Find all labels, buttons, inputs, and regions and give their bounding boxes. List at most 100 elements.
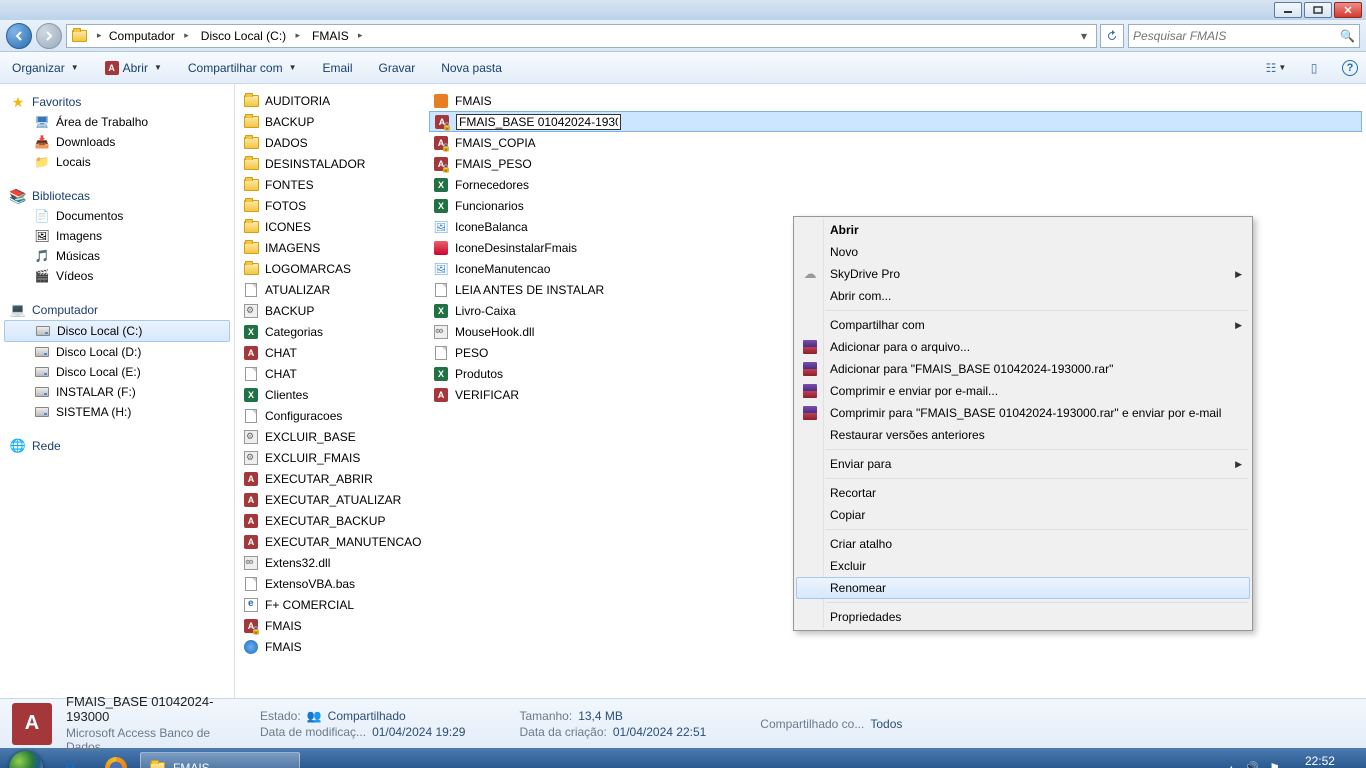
tray-chevron-icon[interactable]: ▴: [1228, 761, 1234, 768]
nav-drive-d[interactable]: Disco Local (D:): [0, 342, 234, 362]
ctx-delete[interactable]: Excluir: [796, 555, 1250, 577]
view-options-button[interactable]: ☷▼: [1266, 58, 1286, 78]
organize-menu[interactable]: Organizar▼: [8, 59, 83, 77]
nav-pictures[interactable]: 🖼Imagens: [0, 226, 234, 246]
file-item[interactable]: F+ COMERCIAL: [239, 594, 421, 615]
tray-clock[interactable]: 22:5201/04/2024: [1290, 754, 1350, 768]
breadcrumb-drive[interactable]: Disco Local (C:) ▸: [197, 29, 304, 43]
file-item[interactable]: LOGOMARCAS: [239, 258, 421, 279]
file-item[interactable]: EXECUTAR_ATUALIZAR: [239, 489, 421, 510]
rename-input[interactable]: [456, 114, 621, 130]
libraries-header[interactable]: 📚Bibliotecas: [0, 186, 234, 206]
help-button[interactable]: ?: [1342, 60, 1358, 76]
ctx-cut[interactable]: Recortar: [796, 482, 1250, 504]
ctx-restore[interactable]: Restaurar versões anteriores: [796, 424, 1250, 446]
file-item[interactable]: FMAIS: [239, 636, 421, 657]
burn-button[interactable]: Gravar: [375, 59, 420, 77]
new-folder-button[interactable]: Nova pasta: [437, 59, 506, 77]
nav-back-button[interactable]: [6, 23, 32, 49]
ctx-rename[interactable]: Renomear: [796, 577, 1250, 599]
search-input[interactable]: [1133, 29, 1340, 43]
nav-forward-button[interactable]: [36, 23, 62, 49]
file-item[interactable]: IMAGENS: [239, 237, 421, 258]
share-menu[interactable]: Compartilhar com▼: [184, 59, 301, 77]
file-item[interactable]: DADOS: [239, 132, 421, 153]
file-item[interactable]: AUDITORIA: [239, 90, 421, 111]
address-dropdown[interactable]: ▾: [1076, 29, 1092, 43]
nav-videos[interactable]: 🎬Vídeos: [0, 266, 234, 286]
nav-downloads[interactable]: 📥Downloads: [0, 132, 234, 152]
file-item[interactable]: Funcionarios: [429, 195, 1362, 216]
file-item[interactable]: DESINSTALADOR: [239, 153, 421, 174]
nav-documents[interactable]: 📄Documentos: [0, 206, 234, 226]
ctx-new[interactable]: Novo: [796, 241, 1250, 263]
file-item[interactable]: EXECUTAR_ABRIR: [239, 468, 421, 489]
nav-desktop[interactable]: 🖥Área de Trabalho: [0, 112, 234, 132]
file-item[interactable]: EXCLUIR_BASE: [239, 426, 421, 447]
search-box[interactable]: 🔍: [1128, 24, 1360, 48]
taskbar-explorer-active[interactable]: FMAIS: [140, 752, 300, 768]
file-item[interactable]: Extens32.dll: [239, 552, 421, 573]
nav-drive-e[interactable]: Disco Local (E:): [0, 362, 234, 382]
minimize-button[interactable]: [1274, 2, 1302, 18]
ctx-copy[interactable]: Copiar: [796, 504, 1250, 526]
tray-flag-icon[interactable]: ⚑: [1269, 761, 1280, 768]
refresh-button[interactable]: [1100, 24, 1124, 48]
file-item[interactable]: FMAIS: [239, 615, 421, 636]
file-item[interactable]: FONTES: [239, 174, 421, 195]
system-tray[interactable]: ▴ 🔊 ⚑ 22:5201/04/2024: [1228, 754, 1360, 768]
ctx-compressemail[interactable]: Comprimir e enviar por e-mail...: [796, 380, 1250, 402]
file-item[interactable]: BACKUP: [239, 111, 421, 132]
file-item[interactable]: Configuracoes: [239, 405, 421, 426]
open-menu[interactable]: Abrir▼: [101, 59, 166, 77]
file-item[interactable]: Clientes: [239, 384, 421, 405]
breadcrumb-computer[interactable]: ▸ Computador ▸: [91, 29, 193, 43]
ctx-sharewith[interactable]: Compartilhar com▶: [796, 314, 1250, 336]
file-item[interactable]: FMAIS_PESO: [429, 153, 1362, 174]
file-item[interactable]: ICONES: [239, 216, 421, 237]
file-item[interactable]: BACKUP: [239, 300, 421, 321]
file-item[interactable]: EXECUTAR_BACKUP: [239, 510, 421, 531]
ctx-sendto[interactable]: Enviar para▶: [796, 453, 1250, 475]
file-item[interactable]: ATUALIZAR: [239, 279, 421, 300]
start-button[interactable]: [6, 748, 46, 768]
file-item[interactable]: FMAIS: [429, 90, 1362, 111]
search-icon[interactable]: 🔍: [1340, 29, 1355, 43]
breadcrumb-folder[interactable]: FMAIS ▸: [308, 29, 367, 43]
file-item[interactable]: EXCLUIR_FMAIS: [239, 447, 421, 468]
file-item[interactable]: ExtensoVBA.bas: [239, 573, 421, 594]
close-button[interactable]: [1334, 2, 1362, 18]
tray-volume-icon[interactable]: 🔊: [1244, 761, 1259, 768]
favorites-header[interactable]: ★Favoritos: [0, 92, 234, 112]
ctx-openwith[interactable]: Abrir com...: [796, 285, 1250, 307]
file-item[interactable]: CHAT: [239, 342, 421, 363]
maximize-button[interactable]: [1304, 2, 1332, 18]
nav-recent[interactable]: 📁Locais: [0, 152, 234, 172]
network-header[interactable]: 🌐Rede: [0, 436, 234, 456]
nav-drive-h[interactable]: SISTEMA (H:): [0, 402, 234, 422]
file-item[interactable]: [429, 111, 1362, 132]
ctx-compressraremail[interactable]: Comprimir para "FMAIS_BASE 01042024-1930…: [796, 402, 1250, 424]
nav-drive-c[interactable]: Disco Local (C:): [4, 320, 230, 342]
ctx-shortcut[interactable]: Criar atalho: [796, 533, 1250, 555]
nav-music[interactable]: 🎵Músicas: [0, 246, 234, 266]
file-item[interactable]: FMAIS_COPIA: [429, 132, 1362, 153]
email-button[interactable]: Email: [319, 59, 357, 77]
ctx-skydrive[interactable]: ☁SkyDrive Pro▶: [796, 263, 1250, 285]
ctx-addarchive[interactable]: Adicionar para o arquivo...: [796, 336, 1250, 358]
nav-drive-f[interactable]: INSTALAR (F:): [0, 382, 234, 402]
taskbar-ie[interactable]: e: [48, 752, 92, 768]
ctx-properties[interactable]: Propriedades: [796, 606, 1250, 628]
file-item[interactable]: Fornecedores: [429, 174, 1362, 195]
ctx-open[interactable]: Abrir: [796, 219, 1250, 241]
file-item[interactable]: Categorias: [239, 321, 421, 342]
ctx-addrar[interactable]: Adicionar para "FMAIS_BASE 01042024-1930…: [796, 358, 1250, 380]
file-item[interactable]: FOTOS: [239, 195, 421, 216]
file-item[interactable]: CHAT: [239, 363, 421, 384]
computer-header[interactable]: 💻Computador: [0, 300, 234, 320]
file-item[interactable]: EXECUTAR_MANUTENCAO: [239, 531, 421, 552]
taskbar-firefox[interactable]: [94, 752, 138, 768]
folder-icon: [72, 30, 87, 42]
preview-pane-button[interactable]: ▯: [1304, 58, 1324, 78]
address-bar[interactable]: ▸ Computador ▸ Disco Local (C:) ▸ FMAIS …: [66, 24, 1097, 48]
